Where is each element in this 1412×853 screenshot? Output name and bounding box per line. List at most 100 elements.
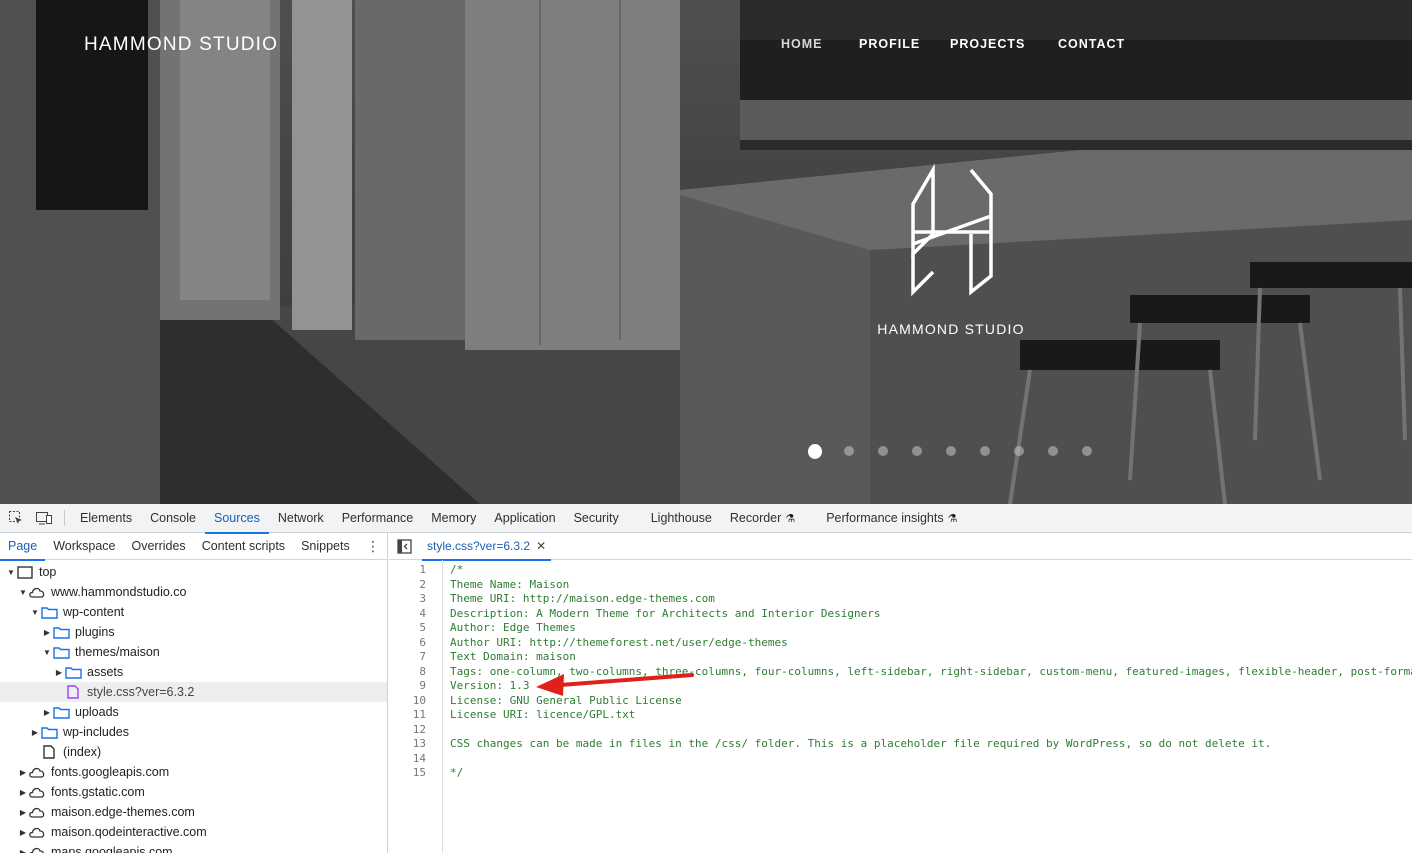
tab-workspace[interactable]: Workspace <box>45 533 123 560</box>
nav-profile[interactable]: PROFILE <box>859 37 950 51</box>
code-line: Author URI: http://themeforest.net/user/… <box>450 635 788 649</box>
tree-item-domain[interactable]: ▶ maison.qodeinteractive.com <box>0 822 387 842</box>
tree-item-domain[interactable]: ▶ fonts.googleapis.com <box>0 762 387 782</box>
cloud-icon <box>28 845 46 853</box>
close-icon[interactable]: ✕ <box>536 539 546 553</box>
line-number[interactable]: 9 <box>419 679 426 692</box>
tab-application[interactable]: Application <box>485 504 564 533</box>
hero-logo-text: HAMMOND STUDIO <box>877 321 1025 337</box>
tree-label: top <box>39 565 57 579</box>
slider-dot[interactable] <box>1046 444 1060 458</box>
collapsed-arrow-icon[interactable]: ▶ <box>54 668 64 677</box>
collapsed-arrow-icon[interactable]: ▶ <box>18 768 28 777</box>
tree-item-domain[interactable]: ▶ fonts.gstatic.com <box>0 782 387 802</box>
inspect-element-icon[interactable] <box>2 504 30 533</box>
line-number[interactable]: 15 <box>413 766 426 779</box>
tree-item-folder[interactable]: ▶ uploads <box>0 702 387 722</box>
code-view[interactable]: 1 2 3 4 5 6 7 8 9 10 11 12 13 14 15 /* Theme Name: Mais… <box>389 560 1412 853</box>
tree-item-top[interactable]: ▼ top <box>0 562 387 582</box>
expanded-arrow-icon[interactable]: ▼ <box>18 588 28 597</box>
tab-elements[interactable]: Elements <box>71 504 141 533</box>
tab-performance[interactable]: Performance <box>333 504 423 533</box>
tree-item-domain[interactable]: ▶ maps.googleapis.com <box>0 842 387 853</box>
tab-performance-insights[interactable]: Performance insights <box>817 504 943 533</box>
line-number[interactable]: 14 <box>413 752 426 765</box>
tab-content-scripts[interactable]: Content scripts <box>194 533 293 560</box>
tab-overrides[interactable]: Overrides <box>124 533 194 560</box>
expanded-arrow-icon[interactable]: ▼ <box>30 608 40 617</box>
tab-page[interactable]: Page <box>0 533 46 561</box>
line-number[interactable]: 7 <box>419 650 426 663</box>
tab-lighthouse[interactable]: Lighthouse <box>642 504 721 533</box>
folder-icon <box>40 725 58 739</box>
slider-dot[interactable] <box>1080 444 1094 458</box>
toggle-navigator-icon[interactable] <box>397 539 412 557</box>
more-options-icon[interactable]: ⋮ <box>366 538 380 554</box>
line-number[interactable]: 2 <box>419 578 426 591</box>
line-number[interactable]: 10 <box>413 694 426 707</box>
nav-contact[interactable]: CONTACT <box>1058 37 1125 51</box>
line-number[interactable]: 8 <box>419 665 426 678</box>
tab-recorder[interactable]: Recorder <box>721 504 781 533</box>
slider-dot[interactable] <box>808 443 822 459</box>
slider-dot[interactable] <box>842 444 856 458</box>
collapsed-arrow-icon[interactable]: ▶ <box>18 848 28 853</box>
hammond-logo-icon <box>911 164 993 297</box>
file-css-icon <box>64 685 82 699</box>
line-number[interactable]: 3 <box>419 592 426 605</box>
tab-memory[interactable]: Memory <box>422 504 485 533</box>
line-number[interactable]: 4 <box>419 607 426 620</box>
tree-item-file-selected[interactable]: style.css?ver=6.3.2 <box>0 682 387 702</box>
tree-item-folder[interactable]: ▼ wp-content <box>0 602 387 622</box>
tree-label: fonts.googleapis.com <box>51 765 170 779</box>
code-line: Version: 1.3 <box>450 679 530 692</box>
tab-console[interactable]: Console <box>141 504 205 533</box>
tree-label: assets <box>87 665 124 679</box>
hero-background-image <box>0 0 1412 504</box>
editor-tab-style-css[interactable]: style.css?ver=6.3.2 ✕ <box>422 533 552 561</box>
folder-icon <box>52 645 70 659</box>
line-number[interactable]: 12 <box>413 723 426 736</box>
tab-sources[interactable]: Sources <box>204 504 269 534</box>
slider-dot[interactable] <box>876 444 890 458</box>
tree-item-folder[interactable]: ▶ assets <box>0 662 387 682</box>
tree-item-domain[interactable]: ▼ www.hammondstudio.co <box>0 582 387 602</box>
expanded-arrow-icon[interactable]: ▼ <box>42 648 52 657</box>
line-number[interactable]: 11 <box>413 708 426 721</box>
experimental-flask-icon: ⚗ <box>785 512 796 525</box>
nav-home[interactable]: HOME <box>781 37 859 51</box>
slider-dot[interactable] <box>944 444 958 458</box>
site-brand[interactable]: HAMMOND STUDIO <box>84 34 278 56</box>
red-arrow-annotation-icon <box>536 673 694 696</box>
line-number[interactable]: 1 <box>419 563 426 576</box>
file-icon <box>40 745 58 759</box>
tab-snippets[interactable]: Snippets <box>293 533 358 560</box>
nav-projects[interactable]: PROJECTS <box>950 37 1058 51</box>
code-line: /* <box>450 563 464 576</box>
tree-item-file[interactable]: (index) <box>0 742 387 762</box>
tree-item-folder[interactable]: ▼ themes/maison <box>0 642 387 662</box>
tree-item-domain[interactable]: ▶ maison.edge-themes.com <box>0 802 387 822</box>
cloud-icon <box>28 785 46 799</box>
collapsed-arrow-icon[interactable]: ▶ <box>18 788 28 797</box>
line-number[interactable]: 6 <box>419 636 426 649</box>
collapsed-arrow-icon[interactable]: ▶ <box>18 828 28 837</box>
folder-icon <box>40 605 58 619</box>
slider-dot[interactable] <box>910 444 924 458</box>
tab-network[interactable]: Network <box>269 504 333 533</box>
collapsed-arrow-icon[interactable]: ▶ <box>18 808 28 817</box>
slider-dot[interactable] <box>978 444 992 458</box>
line-number[interactable]: 5 <box>419 621 426 634</box>
collapsed-arrow-icon[interactable]: ▶ <box>42 708 52 717</box>
line-number[interactable]: 13 <box>413 737 426 750</box>
slider-dot[interactable] <box>1012 444 1026 458</box>
code-line: Author: Edge Themes <box>450 621 576 634</box>
tab-security[interactable]: Security <box>565 504 628 533</box>
collapsed-arrow-icon[interactable]: ▶ <box>30 728 40 737</box>
collapsed-arrow-icon[interactable]: ▶ <box>42 628 52 637</box>
expanded-arrow-icon[interactable]: ▼ <box>6 568 16 577</box>
cloud-icon <box>28 765 46 779</box>
tree-item-folder[interactable]: ▶ wp-includes <box>0 722 387 742</box>
device-toolbar-icon[interactable] <box>30 504 58 533</box>
tree-item-folder[interactable]: ▶ plugins <box>0 622 387 642</box>
